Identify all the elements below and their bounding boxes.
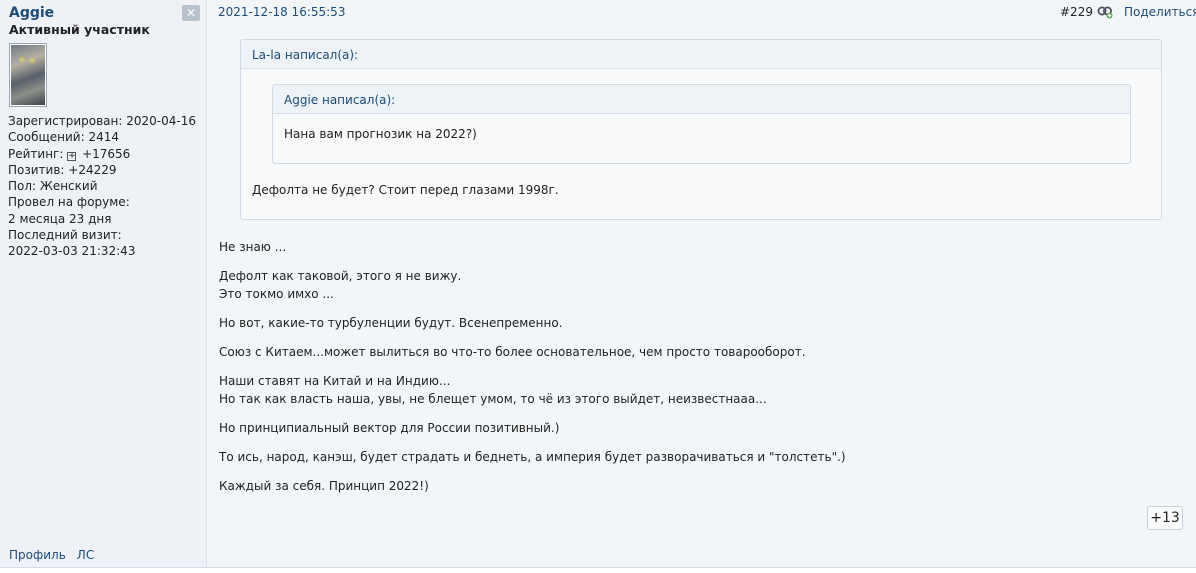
- post-line: Дефолт как таковой, этого я не вижу.: [219, 268, 462, 283]
- quote-outer-header: La-la написал(а):: [241, 40, 1161, 69]
- post-line: Но так как власть наша, увы, не блещет у…: [219, 392, 767, 407]
- post-line: Не знаю ...: [219, 240, 287, 254]
- post-line: Но вот, какие-то турбуленции будут. Всен…: [219, 316, 563, 331]
- stat-time-label: Провел на форуме:: [8, 195, 130, 210]
- profile-link[interactable]: Профиль: [9, 548, 66, 562]
- quote-block-outer: La-la написал(а): Aggie написал(а): Нана…: [240, 39, 1162, 220]
- post-number[interactable]: #229: [1060, 5, 1093, 19]
- close-icon[interactable]: ✕: [182, 5, 200, 21]
- user-info-panel: Aggie Активный участник ✕ Зарегистрирова…: [0, 0, 207, 567]
- stat-rating-value: +17656: [82, 146, 131, 161]
- post-paragraph: Но вот, какие-то турбуленции будут. Всен…: [219, 314, 846, 332]
- stat-registered: Зарегистрирован: 2020-04-16: [8, 114, 196, 128]
- post-line: Но принципиальный вектор для России пози…: [219, 421, 560, 436]
- user-links: Профиль ЛС: [9, 548, 105, 562]
- post-paragraph: Союз с Китаем...может вылиться во что-то…: [219, 343, 846, 361]
- post-paragraph: То ись, народ, канэш, будет страдать и б…: [219, 448, 846, 466]
- stat-last-visit-value: 2022-03-03 21:32:43: [8, 244, 136, 259]
- quote-inner-header: Aggie написал(а):: [273, 85, 1130, 114]
- chain-link-icon[interactable]: [1097, 5, 1113, 19]
- post-paragraph: Не знаю ...: [219, 238, 846, 256]
- post-line: Наши ставят на Китай и на Индию...: [219, 373, 451, 388]
- post-line: Каждый за себя. Принцип 2022!): [219, 478, 429, 493]
- quote-outer-text: Дефолта не будет? Стоит перед глазами 19…: [252, 183, 559, 197]
- stat-gender: Пол: Женский: [8, 179, 98, 194]
- forum-post: Aggie Активный участник ✕ Зарегистрирова…: [0, 0, 1196, 568]
- user-name-link[interactable]: Aggie: [9, 5, 54, 21]
- post-rating-badge[interactable]: +13: [1147, 506, 1183, 530]
- quote-inner-text: Нана вам прогнозик на 2022?): [284, 127, 477, 141]
- stat-time-value: 2 месяца 23 дня: [8, 211, 112, 226]
- post-paragraph: Дефолт как таковой, этого я не вижу. Это …: [219, 267, 846, 304]
- stat-messages: Сообщений: 2414: [8, 130, 119, 145]
- share-link[interactable]: Поделиться: [1124, 5, 1196, 19]
- avatar-image: [11, 45, 45, 105]
- user-stats: Зарегистрирован: 2020-04-16 Сообщений: 2…: [8, 113, 196, 260]
- post-paragraph: Каждый за себя. Принцип 2022!): [219, 477, 846, 495]
- post-line: Союз с Китаем...может вылиться во что-то…: [219, 344, 806, 359]
- avatar[interactable]: [9, 43, 47, 107]
- stat-rating-label: Рейтинг:: [8, 146, 64, 161]
- post-content: 2021-12-18 16:55:53 #229 Поделиться La-l…: [208, 0, 1196, 567]
- post-line: То ись, народ, канэш, будет страдать и б…: [219, 449, 846, 464]
- rating-plus-icon[interactable]: +: [67, 151, 77, 161]
- post-date-link[interactable]: 2021-12-18 16:55:53: [218, 5, 345, 19]
- quote-block-inner: Aggie написал(а): Нана вам прогнозик на …: [272, 84, 1131, 164]
- post-body: Не знаю ... Дефолт как таковой, этого я …: [219, 238, 846, 506]
- post-paragraph: Наши ставят на Китай и на Индию... Но так…: [219, 372, 846, 409]
- pm-link[interactable]: ЛС: [77, 548, 94, 562]
- stat-positive: Позитив: +24229: [8, 162, 117, 177]
- stat-rating: Рейтинг: + +17656: [8, 146, 196, 162]
- post-line: Это токмо имхо ...: [219, 287, 334, 302]
- post-paragraph: Но принципиальный вектор для России пози…: [219, 419, 846, 437]
- stat-last-visit-label: Последний визит:: [8, 228, 122, 243]
- user-title: Активный участник: [9, 22, 150, 37]
